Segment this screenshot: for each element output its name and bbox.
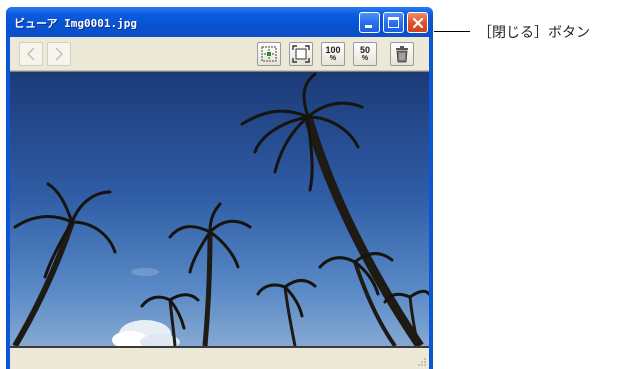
chevron-left-icon [26, 47, 35, 61]
callout-line [434, 31, 470, 32]
image-viewport[interactable] [10, 71, 429, 348]
next-image-button[interactable] [47, 42, 71, 66]
delete-button[interactable] [390, 42, 414, 66]
zoom-100-unit: % [329, 55, 337, 62]
zoom-50-button[interactable]: 50 % [353, 42, 377, 66]
minimize-icon [365, 25, 372, 28]
zoom-50-unit: % [361, 55, 369, 62]
status-bar [10, 348, 429, 369]
zoom-100-button[interactable]: 100 % [321, 42, 345, 66]
minimize-button[interactable] [359, 12, 380, 33]
fullscreen-icon [292, 45, 310, 63]
fit-window-icon [261, 46, 277, 62]
resize-grip-icon[interactable] [417, 357, 427, 367]
close-button[interactable] [407, 12, 428, 33]
window-title: ビューア Img0001.jpg [14, 17, 138, 30]
fit-to-window-button[interactable] [257, 42, 281, 66]
chevron-right-icon [55, 47, 64, 61]
close-icon [412, 17, 424, 29]
maximize-button[interactable] [383, 12, 404, 33]
full-screen-button[interactable] [289, 42, 313, 66]
title-bar[interactable]: ビューア Img0001.jpg [6, 7, 433, 37]
palm-trees-photo [10, 72, 429, 346]
client-area: 100 % 50 % [10, 37, 429, 369]
zoom-100-label: 100 [325, 45, 341, 55]
toolbar: 100 % 50 % [10, 37, 429, 71]
viewer-window: ビューア Img0001.jpg 100 % 50 % [6, 7, 433, 369]
zoom-50-label: 50 [359, 45, 370, 55]
previous-image-button[interactable] [19, 42, 43, 66]
close-button-annotation: ［閉じる］ボタン [478, 25, 590, 41]
maximize-icon [388, 17, 399, 28]
trash-icon [396, 46, 408, 63]
